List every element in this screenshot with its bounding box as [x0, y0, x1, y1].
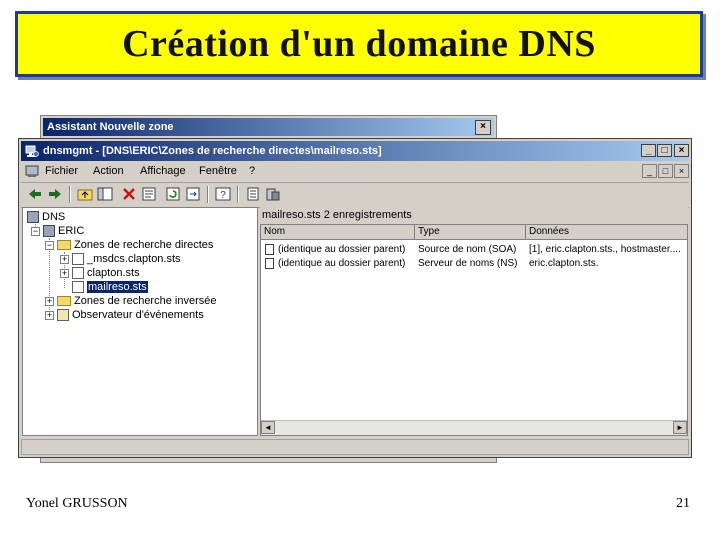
- menu-bar: Fichier Action Affichage Fenêtre ? _ □ ×: [21, 162, 689, 183]
- record-name[interactable]: (identique au dossier parent): [278, 258, 412, 269]
- child-minimize-button[interactable]: _: [642, 164, 657, 178]
- tree-item-zone-selected[interactable]: mailreso.sts: [72, 280, 148, 294]
- zone-icon: [72, 267, 84, 279]
- menu-affichage[interactable]: Affichage: [140, 165, 186, 177]
- column-header-data[interactable]: Données: [526, 225, 687, 240]
- help-icon[interactable]: ?: [215, 186, 231, 202]
- dns-server-icon: [27, 211, 39, 223]
- toolbar-separator: [69, 186, 71, 203]
- new-record-icon[interactable]: [245, 186, 261, 202]
- wizard-title: Assistant Nouvelle zone: [47, 121, 174, 133]
- wizard-close-button[interactable]: ×: [475, 120, 491, 135]
- menu-action[interactable]: Action: [93, 165, 124, 177]
- maximize-button[interactable]: □: [657, 144, 672, 157]
- refresh-icon[interactable]: [165, 186, 181, 202]
- forward-icon[interactable]: [47, 186, 63, 202]
- record-icon: [265, 244, 274, 255]
- back-icon[interactable]: [27, 186, 43, 202]
- menu-help[interactable]: ?: [249, 165, 255, 177]
- expand-icon[interactable]: +: [45, 296, 54, 306]
- window-titlebar: dnsmgmt - [DNS\ERIC\Zones de recherche d…: [21, 141, 689, 161]
- new-domain-icon[interactable]: [265, 186, 281, 202]
- record-type: Serveur de noms (NS): [418, 258, 518, 269]
- close-button[interactable]: ×: [674, 144, 689, 157]
- tree-item-label: Zones de recherche inversée: [74, 295, 217, 307]
- window-title: dnsmgmt - [DNS\ERIC\Zones de recherche d…: [43, 145, 382, 157]
- export-icon[interactable]: [185, 186, 201, 202]
- wizard-titlebar: Assistant Nouvelle zone ×: [43, 118, 494, 136]
- expand-icon[interactable]: +: [60, 254, 69, 264]
- server-icon: [43, 225, 55, 237]
- slide-title-banner: Création d'un domaine DNS: [15, 11, 703, 77]
- tree-item-label: ERIC: [58, 225, 85, 237]
- result-pane-header: mailreso.sts 2 enregistrements: [260, 207, 688, 224]
- folder-icon: [57, 240, 71, 250]
- tree-item-zone[interactable]: + _msdcs.clapton.sts: [60, 252, 181, 266]
- event-viewer-icon: [57, 309, 69, 321]
- record-icon: [265, 258, 274, 269]
- child-restore-button[interactable]: □: [658, 164, 673, 178]
- child-close-button[interactable]: ×: [674, 164, 689, 178]
- expand-icon[interactable]: +: [60, 268, 69, 278]
- page-number: 21: [676, 496, 690, 511]
- expand-icon[interactable]: +: [45, 310, 54, 320]
- svg-text:?: ?: [220, 190, 226, 201]
- folder-icon: [57, 296, 71, 306]
- record-data: eric.clapton.sts.: [529, 258, 599, 269]
- tree-item-label: mailreso.sts: [87, 281, 148, 293]
- minimize-button[interactable]: _: [641, 144, 656, 157]
- tree-item-label: _msdcs.clapton.sts: [87, 253, 181, 265]
- record-data: [1], eric.clapton.sts., hostmaster....: [529, 244, 681, 255]
- scroll-left-button[interactable]: ◄: [261, 421, 275, 434]
- tree-pane: DNS − ERIC − Zones de recherche directes…: [22, 207, 258, 436]
- zone-icon: [72, 281, 84, 293]
- toolbar: ?: [21, 183, 689, 208]
- delete-icon[interactable]: [121, 186, 137, 202]
- menu-fenetre[interactable]: Fenêtre: [199, 165, 237, 177]
- tree-item-label: DNS: [42, 211, 66, 223]
- tree-item-label: Observateur d'événements: [72, 309, 204, 321]
- properties-icon[interactable]: [141, 186, 157, 202]
- mmc-console-icon: [25, 165, 39, 177]
- tree-item-label: clapton.sts: [87, 267, 140, 279]
- show-tree-icon[interactable]: [97, 186, 113, 202]
- dns-app-icon: [25, 145, 39, 157]
- toolbar-separator: [207, 186, 209, 203]
- slide-title: Création d'un domaine DNS: [122, 23, 596, 65]
- collapse-icon[interactable]: −: [45, 240, 54, 250]
- scroll-right-button[interactable]: ►: [673, 421, 687, 434]
- dnsmgmt-window: dnsmgmt - [DNS\ERIC\Zones de recherche d…: [18, 138, 692, 458]
- footer-author: Yonel GRUSSON: [26, 496, 128, 511]
- tree-item-dns[interactable]: DNS: [27, 210, 65, 224]
- up-folder-icon[interactable]: [77, 186, 93, 202]
- records-list: Nom Type Données (identique au dossier p…: [260, 224, 688, 436]
- menu-fichier[interactable]: Fichier: [45, 165, 78, 177]
- column-header-name[interactable]: Nom: [261, 225, 415, 240]
- collapse-icon[interactable]: −: [31, 226, 40, 236]
- horizontal-scrollbar[interactable]: ◄ ►: [261, 420, 687, 435]
- record-type: Source de nom (SOA): [418, 244, 517, 255]
- tree-item-eric[interactable]: − ERIC: [31, 224, 84, 238]
- tree-item-forward-zones[interactable]: − Zones de recherche directes: [45, 238, 213, 252]
- tree-item-event-viewer[interactable]: + Observateur d'événements: [45, 308, 204, 322]
- zone-icon: [72, 253, 84, 265]
- tree-item-reverse-zones[interactable]: + Zones de recherche inversée: [45, 294, 216, 308]
- record-name[interactable]: (identique au dossier parent): [278, 244, 412, 255]
- toolbar-separator: [237, 186, 239, 203]
- status-bar: [21, 439, 689, 455]
- column-header-type[interactable]: Type: [415, 225, 526, 240]
- tree-item-zone[interactable]: + clapton.sts: [60, 266, 140, 280]
- tree-item-label: Zones de recherche directes: [74, 239, 214, 251]
